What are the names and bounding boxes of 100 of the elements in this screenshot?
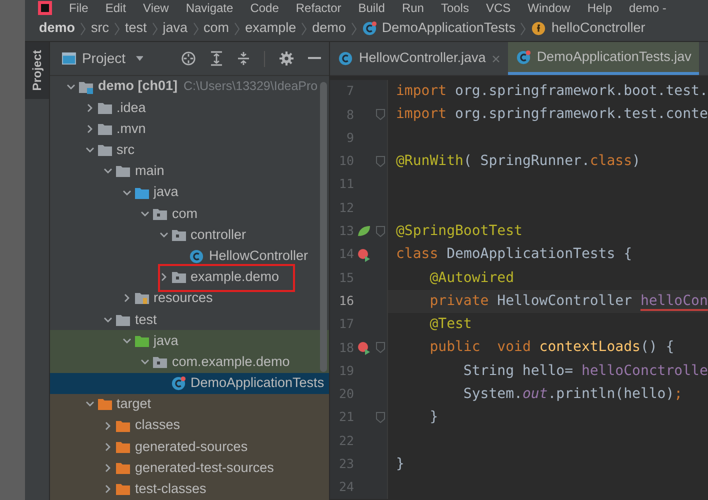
menu-item[interactable]: View: [143, 1, 169, 15]
breadcrumb-item[interactable]: demo: [312, 18, 346, 39]
leaf-icon[interactable]: [357, 225, 371, 238]
tree-row[interactable]: com.example.demo: [50, 351, 329, 373]
tree-row[interactable]: resources: [50, 288, 329, 310]
menu-item[interactable]: demo -: [629, 1, 666, 15]
menu-item[interactable]: File: [69, 1, 88, 15]
tree-row[interactable]: main: [50, 160, 329, 182]
collapse-all-icon[interactable]: [237, 51, 250, 66]
run-test-icon[interactable]: [357, 248, 371, 262]
tree-row[interactable]: .idea: [50, 97, 329, 118]
menu-item[interactable]: Window: [528, 1, 570, 15]
settings-icon[interactable]: [279, 51, 294, 66]
breadcrumb-item[interactable]: demo: [39, 18, 76, 39]
breadcrumb-item[interactable]: example: [245, 18, 296, 39]
code-text: @RunWith( SpringRunner.class): [396, 152, 640, 172]
separator-icon: [234, 22, 240, 36]
menu-item[interactable]: Edit: [105, 1, 126, 15]
separator-icon: [114, 22, 120, 36]
breadcrumb-item[interactable]: DemoApplicationTests: [382, 18, 516, 39]
menu-item[interactable]: Build: [358, 1, 385, 15]
tree-label: .mvn: [116, 120, 146, 138]
tree-row[interactable]: target: [50, 394, 329, 415]
chevron-right-icon[interactable]: [122, 293, 132, 304]
tree-row[interactable]: demo [ch01] C:\Users\13329\IdeaPro: [50, 76, 329, 98]
chevron-right-icon[interactable]: [103, 420, 113, 431]
tree-row[interactable]: src: [50, 140, 329, 161]
run-test-icon[interactable]: [357, 340, 371, 355]
code-text: import org.springframework.test.conte: [396, 105, 708, 124]
chevron-down-icon[interactable]: [103, 314, 113, 325]
tree-label: generated-sources: [135, 438, 248, 456]
code-text: }: [396, 454, 404, 474]
chevron-right-icon[interactable]: [84, 102, 94, 113]
project-tool-tab[interactable]: Project: [25, 42, 49, 99]
editor-tab[interactable]: DemoApplicationTests.jav: [508, 42, 700, 75]
chevron-right-icon[interactable]: [84, 124, 94, 134]
menu-item[interactable]: VCS: [486, 1, 511, 15]
tree-row[interactable]: com: [50, 203, 329, 224]
code-text: @SpringBootTest: [396, 222, 522, 241]
chevron-down-icon[interactable]: [122, 188, 132, 198]
chevron-right-icon[interactable]: [158, 272, 168, 282]
tree-row[interactable]: generated-test-sources: [50, 457, 329, 479]
folder-icon: [96, 397, 112, 412]
tree-row[interactable]: classes: [50, 415, 329, 436]
tree-row[interactable]: java: [50, 182, 329, 204]
menu-item[interactable]: Code: [250, 1, 279, 15]
class-icon: [362, 21, 377, 36]
folder-icon: [115, 312, 131, 327]
code-text: }: [428, 408, 438, 428]
locate-icon[interactable]: [181, 51, 196, 66]
code-text: public void contextLoads() {: [428, 338, 674, 358]
menu-item[interactable]: Help: [587, 1, 612, 15]
folder-icon: [96, 100, 112, 115]
editor-tab[interactable]: HellowController.java: [330, 42, 508, 75]
code-text: private HellowController helloCon: [428, 292, 708, 311]
tree-row[interactable]: HellowController: [50, 246, 329, 267]
chevron-right-icon[interactable]: [103, 442, 113, 452]
breadcrumb-item[interactable]: src: [91, 18, 110, 39]
tree-row[interactable]: test-classes: [50, 478, 329, 500]
menu-item[interactable]: Run: [402, 1, 424, 15]
tree-label: test-classes: [135, 480, 206, 498]
separator-icon: [192, 22, 199, 36]
breadcrumb-item[interactable]: com: [204, 18, 230, 39]
fold-marker-icon[interactable]: [376, 156, 384, 168]
fold-marker-icon[interactable]: [376, 412, 384, 424]
tree-row[interactable]: controller: [50, 224, 329, 246]
chevron-down-icon[interactable]: [158, 230, 168, 240]
chevron-down-icon[interactable]: [122, 336, 132, 346]
menu-item[interactable]: Navigate: [186, 1, 234, 15]
menu-item[interactable]: Refactor: [296, 1, 342, 15]
tree-row[interactable]: generated-sources: [50, 436, 329, 458]
expand-all-icon[interactable]: [210, 51, 223, 66]
tree-row[interactable]: .mvn: [50, 118, 329, 140]
folder-icon: [115, 482, 131, 496]
minimize-icon[interactable]: [308, 57, 321, 60]
folder-icon: [115, 164, 131, 178]
breadcrumb-item[interactable]: helloConctroller: [551, 18, 646, 39]
menu-item[interactable]: Tools: [440, 1, 469, 15]
fold-marker-icon[interactable]: [376, 342, 384, 354]
fold-marker-icon[interactable]: [376, 226, 384, 237]
tree-row[interactable]: java: [50, 330, 329, 352]
tree-row[interactable]: example.demo: [50, 266, 329, 288]
tree-label: com: [172, 204, 198, 223]
breadcrumb-item[interactable]: test: [125, 18, 147, 39]
class-icon: [189, 248, 204, 264]
breadcrumb-item[interactable]: java: [162, 18, 188, 39]
scrollbar-thumb[interactable]: [320, 82, 327, 372]
dropdown-caret-icon[interactable]: [136, 56, 143, 61]
chevron-down-icon[interactable]: [140, 208, 150, 219]
tree-row[interactable]: DemoApplicationTests: [50, 372, 329, 394]
chevron-right-icon[interactable]: [103, 484, 113, 494]
tree-row[interactable]: test: [50, 309, 329, 330]
tree-label: test: [135, 310, 157, 329]
code-text: System.out.println(hello);: [462, 385, 683, 404]
tree-label: main: [135, 162, 164, 180]
fold-marker-icon[interactable]: [376, 109, 384, 120]
chevron-right-icon[interactable]: [103, 462, 113, 473]
panel-title[interactable]: Project: [82, 48, 126, 69]
chevron-down-icon[interactable]: [66, 82, 76, 92]
field-icon: [531, 21, 546, 36]
